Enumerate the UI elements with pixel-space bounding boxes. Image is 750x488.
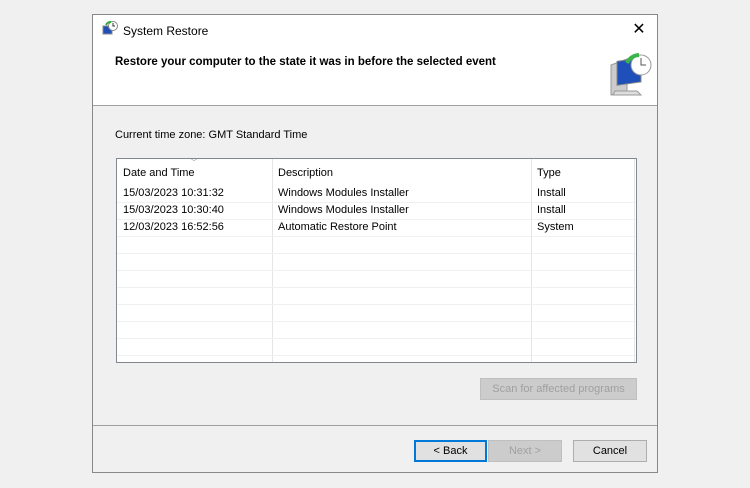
empty-row (117, 236, 636, 254)
current-time-zone: Current time zone: GMT Standard Time (115, 129, 308, 141)
back-button[interactable]: < Back (414, 440, 487, 462)
table-row[interactable]: 15/03/2023 10:30:40 Windows Modules Insta… (117, 202, 636, 220)
cancel-button[interactable]: Cancel (573, 440, 647, 462)
dialog-header: System Restore ✕ Restore your computer t… (93, 15, 657, 106)
row-date: 15/03/2023 10:30:40 (123, 204, 224, 216)
row-description: Windows Modules Installer (278, 204, 409, 216)
table-row[interactable]: 15/03/2023 10:31:32 Windows Modules Insta… (117, 185, 636, 203)
row-date: 12/03/2023 16:52:56 (123, 221, 224, 233)
empty-row (117, 253, 636, 271)
close-button[interactable]: ✕ (629, 19, 649, 39)
empty-row (117, 338, 636, 356)
row-date: 15/03/2023 10:31:32 (123, 187, 224, 199)
column-header-description[interactable]: Description (278, 167, 333, 179)
list-header: ﹀ Date and Time Description Type (117, 159, 636, 185)
row-description: Windows Modules Installer (278, 187, 409, 199)
window-title: System Restore (123, 24, 209, 38)
scan-affected-programs-button[interactable]: Scan for affected programs (480, 378, 637, 400)
table-row[interactable]: 12/03/2023 16:52:56 Automatic Restore Poi… (117, 219, 636, 237)
row-type: Install (537, 187, 566, 199)
page-heading: Restore your computer to the state it wa… (115, 56, 496, 68)
row-description: Automatic Restore Point (278, 221, 397, 233)
system-restore-dialog: System Restore ✕ Restore your computer t… (92, 14, 658, 473)
column-header-type[interactable]: Type (537, 167, 561, 179)
empty-row (117, 321, 636, 339)
system-restore-large-icon (610, 53, 652, 96)
restore-points-list[interactable]: ﹀ Date and Time Description Type 15/03/2… (116, 158, 637, 363)
empty-row (117, 304, 636, 322)
empty-row (117, 270, 636, 288)
system-restore-icon (102, 21, 118, 35)
row-type: System (537, 221, 574, 233)
column-header-date[interactable]: Date and Time (123, 167, 195, 179)
row-type: Install (537, 204, 566, 216)
footer-divider (93, 425, 657, 426)
empty-row (117, 287, 636, 305)
next-button[interactable]: Next > (488, 440, 562, 462)
